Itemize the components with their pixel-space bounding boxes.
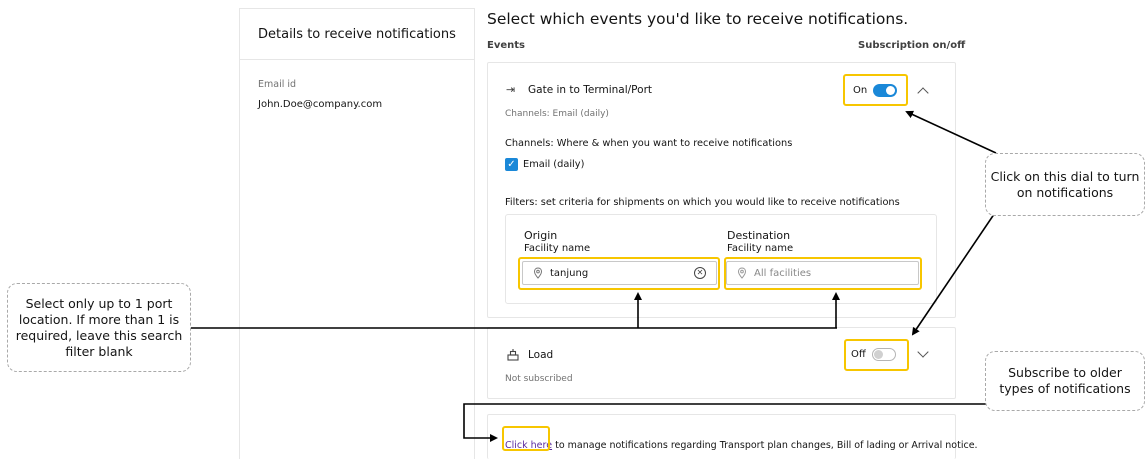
load-icon: [507, 349, 519, 361]
origin-label: Origin: [524, 229, 558, 242]
channels-heading: Channels: Where & when you want to recei…: [505, 138, 793, 149]
event-name: Gate in to Terminal/Port: [528, 84, 653, 96]
events-column-header: Events: [487, 40, 525, 51]
filters-heading: Filters: set criteria for shipments on w…: [505, 197, 900, 208]
email-label: Email id: [258, 79, 297, 90]
panel-title: Details to receive notifications: [258, 27, 456, 42]
event-name: Load: [528, 349, 554, 361]
toggle-highlight-off: [844, 339, 909, 371]
callout-older: Subscribe to older types of notification…: [985, 351, 1145, 411]
callout-port: Select only up to 1 port location. If mo…: [7, 283, 191, 372]
callout-dial: Click on this dial to turn on notificati…: [985, 153, 1145, 216]
destination-highlight: [724, 257, 922, 290]
notification-details-panel: Details to receive notifications Email i…: [239, 8, 475, 459]
subscription-column-header: Subscription on/off: [858, 40, 966, 51]
email-checkbox[interactable]: ✓: [505, 158, 518, 171]
toggle-highlight-on: [843, 74, 908, 106]
older-notifications-text: Click here to manage notifications regar…: [505, 433, 978, 452]
gate-in-icon: ⇥: [506, 83, 516, 96]
email-checkbox-label: Email (daily): [523, 159, 585, 170]
destination-sub-label: Facility name: [727, 243, 794, 254]
origin-highlight: [518, 257, 720, 290]
click-here-highlight: [502, 426, 550, 451]
older-notifications-description: to manage notifications regarding Transp…: [552, 440, 978, 451]
event-channels-summary: Channels: Email (daily): [505, 109, 609, 119]
email-value: John.Doe@company.com: [258, 99, 383, 110]
destination-label: Destination: [727, 229, 791, 242]
origin-sub-label: Facility name: [524, 243, 591, 254]
page-title: Select which events you'd like to receiv…: [487, 10, 909, 28]
panel-header: Details to receive notifications: [240, 9, 474, 60]
event-status: Not subscribed: [505, 374, 573, 384]
